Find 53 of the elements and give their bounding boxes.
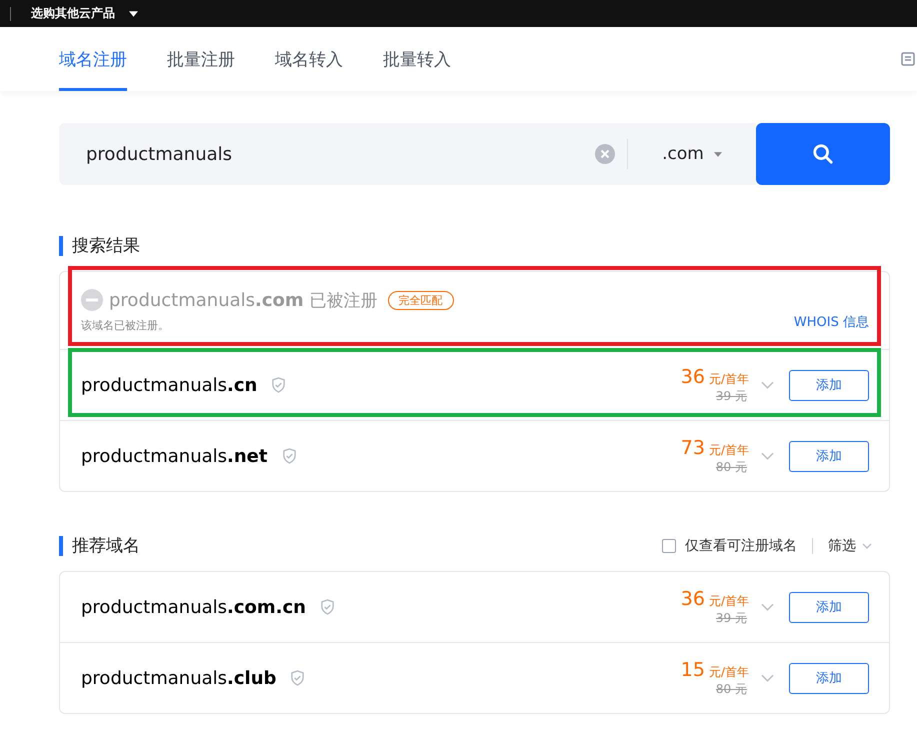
domain-name: productmanuals.com [109, 290, 304, 310]
section-title: 搜索结果 [59, 236, 140, 256]
domain-name: productmanuals.net [81, 446, 268, 466]
shield-icon [282, 448, 296, 464]
add-button[interactable]: 添加 [789, 370, 869, 400]
checkbox[interactable] [662, 539, 676, 553]
chevron-down-icon[interactable] [761, 452, 774, 460]
price-unit: 元/首年 [708, 664, 749, 678]
original-price: 39 元 [716, 388, 747, 404]
search-button[interactable] [756, 123, 890, 185]
product-menu[interactable]: 选购其他云产品 [31, 5, 115, 22]
original-price: 39 元 [716, 610, 747, 626]
original-price: 80 元 [716, 458, 747, 476]
tab[interactable]: 域名注册 [59, 27, 127, 91]
shield-icon [271, 377, 286, 393]
tab[interactable]: 批量注册 [167, 27, 235, 91]
add-button[interactable]: 添加 [789, 592, 869, 622]
section-title: 推荐域名 [59, 536, 140, 556]
price: 73 [680, 436, 705, 458]
status-text: 已被注册 [310, 290, 378, 312]
price: 36 [680, 366, 705, 388]
original-price: 80 元 [716, 680, 747, 698]
note-text: 该域名已被注册。 [81, 318, 170, 332]
whois-link[interactable]: WHOIS 信息 [794, 312, 869, 330]
filter-dropdown[interactable]: 筛选 [828, 537, 872, 555]
checkbox-label: 仅查看可注册域名 [685, 537, 797, 555]
chevron-down-icon[interactable] [761, 603, 774, 611]
shield-icon [290, 670, 306, 686]
chevron-down-icon[interactable] [761, 381, 774, 389]
add-button[interactable]: 添加 [789, 662, 869, 694]
price: 15 [680, 658, 705, 680]
search-field[interactable]: productmanuals .com [59, 123, 756, 185]
caret-icon [714, 152, 722, 156]
chevron-down-icon[interactable] [761, 674, 774, 682]
clear-icon[interactable] [595, 144, 615, 164]
unavailable-icon [81, 289, 103, 311]
domain-name: productmanuals.com.cn [81, 596, 306, 618]
search-icon [812, 143, 834, 165]
price: 36 [680, 588, 705, 610]
suffix-dropdown[interactable]: .com [628, 144, 756, 164]
price-unit: 元/首年 [708, 442, 749, 456]
domain-name: productmanuals.club [81, 668, 276, 688]
price-unit: 元/首年 [708, 594, 749, 608]
caret-icon [129, 10, 138, 16]
tab[interactable]: 域名转入 [275, 27, 343, 91]
chevron-down-icon [862, 543, 872, 549]
tab[interactable]: 批量转入 [383, 27, 451, 91]
domain-name: productmanuals.cn [81, 374, 258, 396]
document-icon[interactable] [901, 52, 915, 66]
shield-icon [320, 599, 335, 615]
add-button[interactable]: 添加 [789, 440, 869, 472]
price-unit: 元/首年 [708, 372, 749, 386]
match-badge: 完全匹配 [388, 290, 454, 310]
